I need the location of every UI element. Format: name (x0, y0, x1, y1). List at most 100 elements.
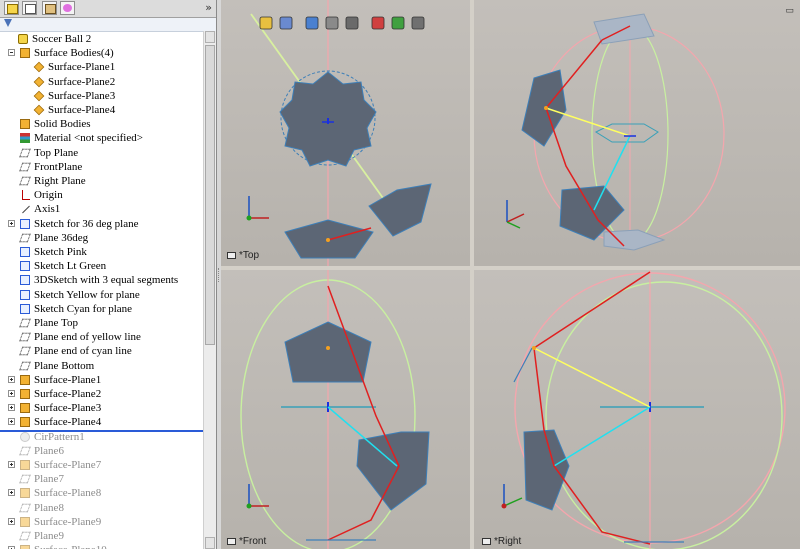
sketch-icon (20, 304, 30, 314)
sketch-point (326, 238, 330, 242)
tree-item-label: Surface-Plane4 (48, 104, 116, 116)
tree-item-label: Plane end of yellow line (34, 331, 141, 343)
right-view-graphics (501, 270, 786, 549)
expand-toggle-icon[interactable] (8, 390, 15, 397)
plane-icon (19, 233, 31, 243)
tree-item-label: Plane Bottom (34, 360, 95, 372)
tree-item-label: Surface-Plane3 (34, 402, 102, 414)
plane-icon (19, 318, 31, 328)
expand-toggle-icon[interactable] (8, 461, 15, 468)
configurationmanager-tab[interactable] (42, 1, 57, 15)
tree-item-label: Material <not specified> (34, 132, 143, 144)
expand-toggle-icon[interactable] (8, 489, 15, 496)
surface-bodies-folder-icon (20, 48, 30, 58)
sketch-icon (20, 247, 30, 257)
sketch-icon (20, 290, 30, 300)
tree-item-label: Soccer Ball 2 (32, 33, 92, 45)
viewport-front[interactable]: *Front (221, 270, 470, 549)
dimxpert-tab-icon (63, 4, 72, 12)
plane-icon (19, 446, 31, 456)
section-view-icon[interactable] (277, 14, 295, 32)
surface-body-icon (33, 104, 45, 116)
axis-icon (20, 204, 30, 214)
display-style-icon[interactable] (323, 14, 341, 32)
3dsketch-icon (20, 275, 30, 285)
filter-bar[interactable] (0, 18, 216, 32)
sketch-point (544, 106, 548, 110)
triad-z (506, 221, 521, 229)
edit-appearance-icon[interactable] (369, 14, 387, 32)
triad-x (501, 503, 507, 509)
tree-scrollbar[interactable] (203, 31, 216, 549)
expand-toggle-icon[interactable] (8, 404, 15, 411)
expand-toggle-icon[interactable] (8, 418, 15, 425)
expand-toggle-icon[interactable] (8, 220, 15, 227)
expand-toggle-icon[interactable] (8, 518, 15, 525)
surface-feature-icon (20, 375, 30, 385)
plane-icon (19, 148, 31, 158)
apply-scene-icon[interactable] (389, 14, 407, 32)
tree-item-label: Surface-Plane2 (34, 388, 102, 400)
viewport-upper-right[interactable]: ▭ (474, 0, 800, 266)
triad-z (503, 497, 523, 507)
featuremanager-tab[interactable] (4, 1, 19, 15)
feature-manager-panel: » Soccer Ball 2 Surface Bodies(4) Surface-… (0, 0, 217, 549)
scroll-up-arrow[interactable] (205, 31, 215, 43)
previous-view-icon[interactable] (257, 14, 275, 32)
tree-item-label: Sketch for 36 deg plane (34, 218, 139, 230)
cyan-line (553, 406, 651, 467)
tree-item-label: Plane 36deg (34, 232, 89, 244)
plane-icon (19, 474, 31, 484)
scroll-thumb[interactable] (205, 45, 215, 345)
sketch-point (532, 346, 536, 350)
surface-feature-icon (20, 517, 30, 527)
viewport-label-top: *Top (227, 250, 259, 261)
tree-item-label: Plane end of cyan line (34, 345, 132, 357)
surface-plane-left (523, 429, 570, 511)
view-icon (482, 537, 491, 545)
viewport-label-front: *Front (227, 536, 266, 547)
surface-body-icon (33, 61, 45, 73)
material-icon (20, 133, 30, 143)
tree-item-label: Solid Bodies (34, 118, 91, 130)
tree-item-label: Surface-Plane3 (48, 90, 116, 102)
tree-item-label: Surface-Plane1 (48, 61, 116, 73)
view-settings-icon[interactable] (409, 14, 427, 32)
tree-item-label: Plane8 (34, 502, 64, 514)
triad-z (246, 215, 252, 221)
circular-pattern-icon (20, 432, 30, 442)
view-orientation-icon[interactable] (303, 14, 321, 32)
filter-icon[interactable] (4, 19, 12, 27)
upper-right-graphics (506, 13, 725, 251)
surface-feature-icon (20, 460, 30, 470)
tree-item-label: Surface-Plane2 (48, 76, 116, 88)
top-view-graphics (246, 0, 432, 266)
viewport-top[interactable]: *Top (221, 0, 470, 266)
green-ellipse (545, 281, 783, 549)
surface-bottom-cap (603, 229, 666, 251)
plane-icon (19, 531, 31, 541)
configurationmanager-tab-icon (45, 4, 56, 14)
propertymanager-tab[interactable] (22, 1, 37, 15)
rollback-bar[interactable] (0, 430, 203, 432)
plane-icon (19, 503, 31, 513)
hide-show-items-icon[interactable] (343, 14, 361, 32)
tree-item-label: Sketch Yellow for plane (34, 289, 140, 301)
origin-icon (20, 190, 30, 200)
viewport-right[interactable]: *Right (474, 270, 800, 549)
tree-item-label: Top Plane (34, 147, 79, 159)
tree-item-label: Surface-Plane8 (34, 487, 102, 499)
surface-feature-icon (20, 403, 30, 413)
tree-item-label: Surface-Plane10 (34, 543, 107, 549)
collapse-panel-button[interactable]: » (205, 1, 212, 14)
scroll-down-arrow[interactable] (205, 537, 215, 549)
tree-item-label: Origin (34, 189, 63, 201)
expand-toggle-icon[interactable] (8, 376, 15, 383)
plane-icon (19, 162, 31, 172)
maximize-viewport-button[interactable]: ▭ (785, 5, 794, 16)
dimxpert-tab[interactable] (60, 1, 75, 15)
collapse-toggle-icon[interactable] (8, 49, 15, 56)
tree-item-label: Plane9 (34, 530, 64, 542)
surface-feature-icon (20, 545, 30, 549)
sketch-icon (20, 261, 30, 271)
